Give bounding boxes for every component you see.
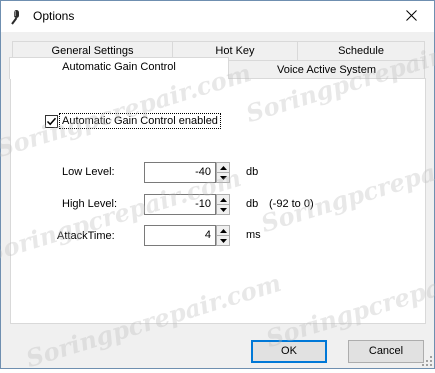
cancel-button[interactable]: Cancel: [348, 340, 424, 363]
attack-time-spinner[interactable]: [216, 225, 230, 246]
tab-label: Schedule: [338, 45, 384, 57]
low-level-spinner[interactable]: [216, 162, 230, 183]
close-button[interactable]: [388, 1, 434, 32]
title-bar[interactable]: Options: [1, 1, 434, 32]
spin-down-icon[interactable]: [217, 236, 229, 245]
window-title: Options: [33, 9, 75, 23]
agc-enabled-checkbox[interactable]: [45, 115, 58, 128]
high-level-input[interactable]: -10: [144, 194, 216, 215]
attack-time-label: AttackTime:: [57, 230, 115, 242]
close-icon: [405, 9, 417, 24]
high-level-label: High Level:: [62, 198, 118, 210]
attack-time-input[interactable]: 4: [144, 225, 216, 246]
high-level-unit: db: [246, 198, 259, 210]
options-window: Options General Settings Hot Key Schedul…: [0, 0, 435, 373]
resize-grip-icon[interactable]: [422, 356, 432, 366]
spin-down-icon[interactable]: [217, 205, 229, 214]
tab-label: General Settings: [51, 45, 134, 57]
tab-automatic-gain-control[interactable]: Automatic Gain Control: [9, 57, 229, 79]
checkmark-icon: [46, 117, 57, 126]
low-level-input[interactable]: -40: [144, 162, 216, 183]
spin-up-icon[interactable]: [217, 226, 229, 236]
high-level-range-note: (-92 to 0): [269, 198, 314, 210]
high-level-spinner[interactable]: [216, 194, 230, 215]
low-level-label: Low Level:: [62, 166, 115, 178]
spin-down-icon[interactable]: [217, 173, 229, 182]
tab-label: Hot Key: [215, 45, 255, 57]
low-level-unit: db: [246, 166, 259, 178]
spin-up-icon[interactable]: [217, 163, 229, 173]
tab-label: Voice Active System: [276, 64, 377, 76]
tab-label: Automatic Gain Control: [62, 61, 176, 73]
tab-voice-active-system[interactable]: Voice Active System: [228, 60, 425, 79]
agc-enabled-label[interactable]: Automatic Gain Control enabled: [59, 113, 221, 129]
ok-button[interactable]: OK: [251, 340, 327, 363]
spin-up-icon[interactable]: [217, 195, 229, 205]
attack-time-unit: ms: [246, 229, 261, 241]
tab-schedule[interactable]: Schedule: [297, 41, 425, 60]
microphone-icon: [8, 9, 24, 25]
